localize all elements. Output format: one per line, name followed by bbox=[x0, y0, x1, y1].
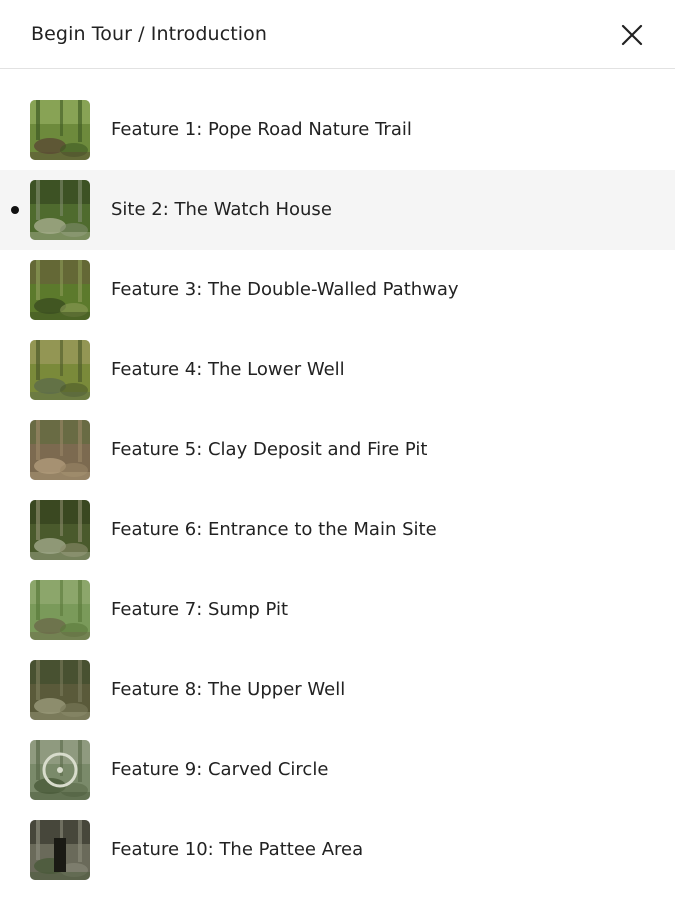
tour-stop-item[interactable]: Feature 1: Pope Road Nature Trail bbox=[0, 90, 675, 170]
tour-stop-thumbnail bbox=[30, 660, 90, 720]
tour-stop-thumbnail bbox=[30, 340, 90, 400]
tour-stop-label: Feature 6: Entrance to the Main Site bbox=[111, 519, 437, 540]
tour-stop-thumbnail bbox=[30, 180, 90, 240]
tour-stop-thumbnail bbox=[30, 260, 90, 320]
tour-stop-item[interactable]: Feature 10: The Pattee Area bbox=[0, 810, 675, 890]
tour-stop-item[interactable]: Feature 9: Carved Circle bbox=[0, 730, 675, 810]
tour-stop-item[interactable]: Feature 4: The Lower Well bbox=[0, 330, 675, 410]
tour-stop-label: Feature 1: Pope Road Nature Trail bbox=[111, 119, 412, 140]
tour-stop-item[interactable]: Feature 3: The Double-Walled Pathway bbox=[0, 250, 675, 330]
tour-stop-item[interactable]: Feature 5: Clay Deposit and Fire Pit bbox=[0, 410, 675, 490]
tour-header: Begin Tour / Introduction bbox=[0, 0, 675, 69]
tour-stop-thumbnail bbox=[30, 580, 90, 640]
tour-stop-thumbnail bbox=[30, 740, 90, 800]
tour-stop-thumbnail bbox=[30, 820, 90, 880]
tour-stop-label: Feature 7: Sump Pit bbox=[111, 599, 289, 620]
close-button[interactable] bbox=[614, 17, 650, 53]
current-stop-indicator bbox=[11, 206, 19, 214]
tour-stop-thumbnail bbox=[30, 100, 90, 160]
tour-stop-label: Feature 10: The Pattee Area bbox=[111, 839, 364, 860]
tour-stop-label: Feature 9: Carved Circle bbox=[111, 759, 329, 780]
tour-stop-item[interactable]: Site 2: The Watch House bbox=[0, 170, 675, 250]
tour-stop-label: Feature 4: The Lower Well bbox=[111, 359, 345, 380]
tour-stop-thumbnail bbox=[30, 420, 90, 480]
tour-stop-item[interactable]: Feature 7: Sump Pit bbox=[0, 570, 675, 650]
page-title: Begin Tour / Introduction bbox=[31, 23, 268, 45]
tour-stop-thumbnail bbox=[30, 500, 90, 560]
tour-stop-label: Site 2: The Watch House bbox=[111, 199, 332, 220]
tour-stop-list: Feature 1: Pope Road Nature Trail Site 2:… bbox=[0, 90, 675, 890]
tour-stop-item[interactable]: Feature 6: Entrance to the Main Site bbox=[0, 490, 675, 570]
tour-stop-label: Feature 5: Clay Deposit and Fire Pit bbox=[111, 439, 428, 460]
close-icon bbox=[621, 24, 643, 46]
tour-stop-label: Feature 3: The Double-Walled Pathway bbox=[111, 279, 459, 300]
tour-stop-item[interactable]: Feature 8: The Upper Well bbox=[0, 650, 675, 730]
tour-stop-label: Feature 8: The Upper Well bbox=[111, 679, 346, 700]
